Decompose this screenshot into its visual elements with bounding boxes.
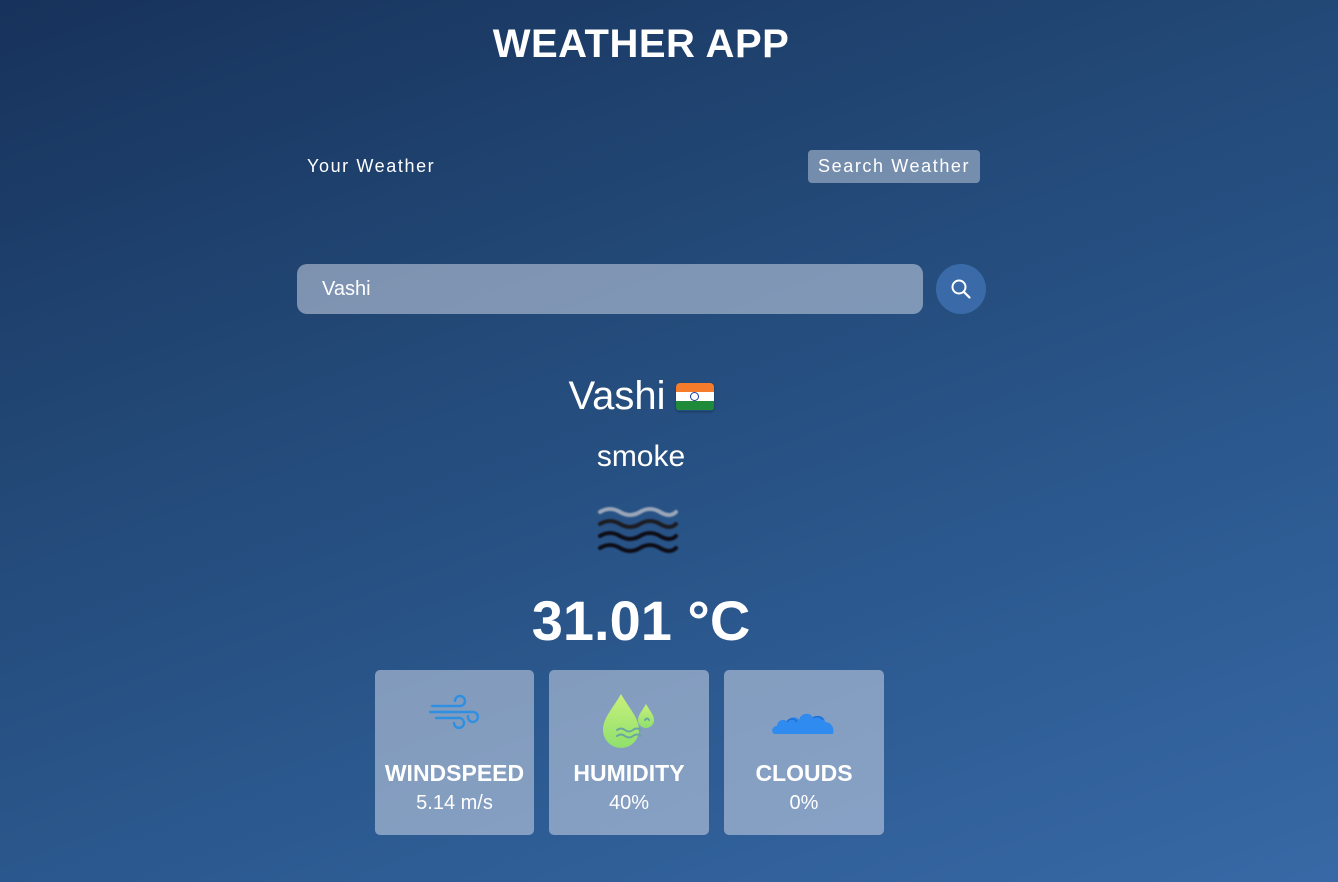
windspeed-card: WINDSPEED 5.14 m/s	[375, 670, 534, 835]
search-icon	[951, 279, 971, 299]
windspeed-value: 5.14 m/s	[416, 792, 493, 814]
search-button[interactable]	[936, 264, 986, 314]
india-flag-icon	[675, 382, 714, 411]
city-row: Vashi	[0, 374, 1282, 419]
clouds-card: CLOUDS 0%	[724, 670, 884, 835]
humidity-value: 40%	[608, 792, 650, 814]
temperature: 31.01 °C	[531, 589, 751, 652]
app-title: WEATHER APP	[492, 22, 790, 66]
smoke-icon	[598, 507, 678, 553]
weather-description: smoke	[596, 440, 686, 473]
cloud-icon	[772, 713, 834, 734]
clouds-label: CLOUDS	[755, 760, 853, 786]
search-input[interactable]	[297, 264, 923, 314]
humidity-label: HUMIDITY	[573, 760, 685, 786]
humidity-icon	[603, 694, 654, 748]
tab-search-weather[interactable]: Search Weather	[808, 150, 981, 183]
clouds-value: 0%	[789, 792, 819, 814]
windspeed-label: WINDSPEED	[384, 760, 525, 786]
tab-your-weather[interactable]: Your Weather	[297, 150, 445, 183]
wind-icon	[428, 694, 479, 730]
city-name: Vashi	[568, 374, 666, 418]
humidity-card: HUMIDITY 40%	[549, 670, 709, 835]
